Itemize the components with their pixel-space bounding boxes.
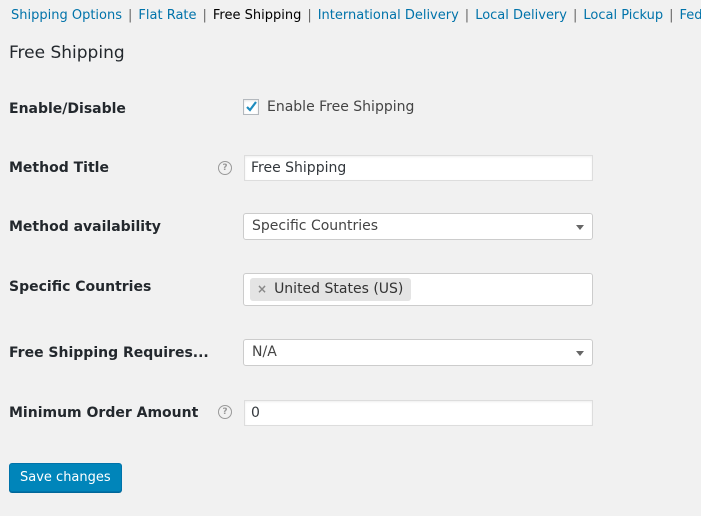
nav-shipping-options[interactable]: Shipping Options (11, 8, 122, 23)
page-title: Free Shipping (9, 43, 125, 63)
enable-checkbox-label[interactable]: Enable Free Shipping (267, 99, 414, 115)
nav-free-shipping[interactable]: Free Shipping (213, 8, 301, 23)
nav-separator: | (202, 8, 207, 23)
nav-local-delivery[interactable]: Local Delivery (475, 8, 567, 23)
chevron-down-icon (576, 351, 584, 356)
help-icon[interactable]: ? (218, 405, 232, 419)
requires-select-value: N/A (252, 344, 277, 360)
checkmark-icon (246, 101, 257, 112)
shipping-settings-page: Shipping Options | Flat Rate | Free Shipping… (0, 0, 701, 516)
method-title-label: Method Title (9, 160, 109, 176)
chevron-down-icon (576, 225, 584, 230)
requires-select[interactable]: N/A (243, 339, 593, 366)
availability-select[interactable]: Specific Countries (243, 213, 593, 240)
min-amount-input[interactable]: 0 (244, 400, 593, 426)
enable-checkbox[interactable] (243, 99, 259, 115)
nav-local-pickup[interactable]: Local Pickup (583, 8, 663, 23)
nav-fedex[interactable]: FedEx (680, 8, 701, 23)
availability-label: Method availability (9, 219, 161, 235)
specific-countries-label: Specific Countries (9, 279, 152, 295)
min-amount-label: Minimum Order Amount (9, 405, 199, 421)
nav-separator: | (128, 8, 133, 23)
country-chip: × United States (US) (250, 278, 412, 301)
nav-separator: | (464, 8, 470, 23)
save-changes-button[interactable]: Save changes (9, 463, 122, 492)
method-title-input[interactable]: Free Shipping (244, 155, 593, 181)
nav-international-delivery[interactable]: International Delivery (318, 8, 459, 23)
nav-separator: | (669, 8, 674, 23)
nav-flat-rate[interactable]: Flat Rate (138, 8, 196, 23)
enable-label: Enable/Disable (9, 101, 126, 117)
nav-separator: | (307, 8, 312, 23)
requires-label: Free Shipping Requires... (9, 345, 209, 361)
shipping-section-nav: Shipping Options | Flat Rate | Free Shipping… (11, 6, 701, 26)
availability-select-value: Specific Countries (252, 218, 379, 234)
nav-separator: | (572, 8, 578, 23)
specific-countries-select[interactable]: × United States (US) (243, 273, 593, 306)
remove-icon[interactable]: × (257, 282, 267, 296)
country-chip-label: United States (US) (274, 281, 404, 297)
help-icon[interactable]: ? (218, 161, 232, 175)
